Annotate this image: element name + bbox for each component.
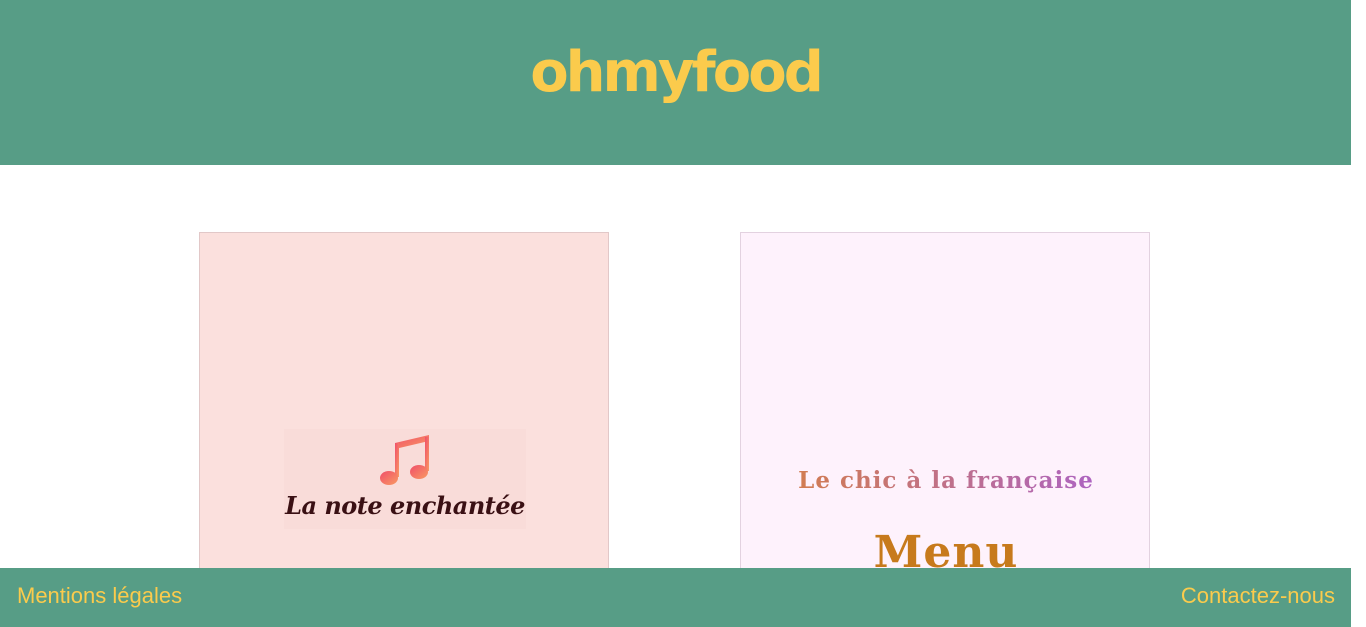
site-header: ohmyfood (0, 0, 1351, 165)
restaurant-card-chic[interactable]: Le chic à la française Menu (740, 232, 1150, 572)
contact-link[interactable]: Contactez-nous (1181, 583, 1335, 609)
restaurant-card-note-enchantee[interactable]: La note enchantée (199, 232, 609, 572)
ohmyfood-logo[interactable]: ohmyfood (0, 38, 1351, 108)
mentions-legales-link[interactable]: Mentions légales (17, 583, 182, 609)
music-note-icon (380, 435, 429, 485)
menu-heading: Menu (873, 527, 1019, 572)
restaurant-tagline: Le chic à la française (741, 467, 1149, 494)
restaurant-name: La note enchantée (285, 491, 525, 520)
site-footer: Mentions légales Contactez-nous (0, 568, 1351, 627)
